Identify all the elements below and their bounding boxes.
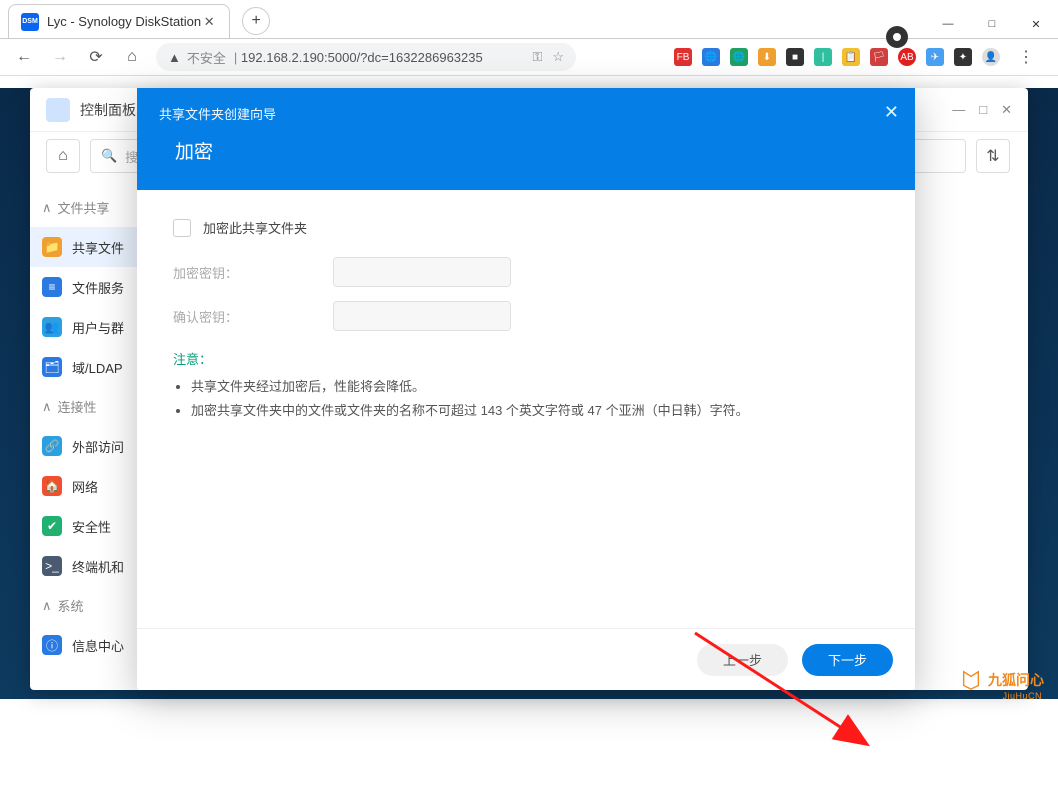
dsm-home-button[interactable]: ⌂: [46, 139, 80, 173]
wizard-title: 共享文件夹创建向导: [159, 104, 893, 123]
ext-ph-icon[interactable]: 📋: [842, 48, 860, 66]
close-button[interactable]: ✕: [1014, 10, 1058, 38]
dsm-close-button[interactable]: ✕: [1001, 102, 1012, 118]
ext-fl-icon[interactable]: 🏳: [870, 48, 888, 66]
ext-bd-icon[interactable]: ✈: [926, 48, 944, 66]
window-controls: — □ ✕: [926, 10, 1058, 38]
ext-v1-icon[interactable]: 🌐: [702, 48, 720, 66]
sidebar: ∧文件共享 📁共享文件 ≡文件服务 👥用户与群 🗂域/LDAP ∧连接性 🔗外部…: [30, 132, 140, 690]
fox-icon: [960, 669, 982, 691]
minimize-button[interactable]: —: [926, 10, 970, 38]
viewport: 控制面板 — □ ✕ ⌂ 🔍 搜索 ⇅ ∧文件共享 📁共享文件 ≡文件服务 👥用…: [0, 88, 1058, 699]
key-icon[interactable]: ⚿: [532, 49, 542, 65]
watermark: 九狐问心: [960, 669, 1044, 691]
ldap-icon: 🗂: [42, 357, 62, 377]
ext-v2-icon[interactable]: 🌐: [730, 48, 748, 66]
tab-close-icon[interactable]: ✕: [201, 14, 217, 30]
back-button[interactable]: ←: [8, 41, 40, 73]
dsm-minimize-button[interactable]: —: [952, 102, 965, 118]
menu-icon[interactable]: ⋮: [1010, 41, 1042, 73]
insecure-icon: ▲: [168, 50, 181, 65]
shield-icon: ✔: [42, 516, 62, 536]
control-panel-icon: [46, 98, 70, 122]
modal-body: 加密此共享文件夹 加密密钥： 确认密钥： 注意： 共享文件夹经过加密后，性能将会…: [137, 190, 915, 628]
next-button[interactable]: 下一步: [802, 644, 893, 676]
tab-title: Lyc - Synology DiskStation: [47, 14, 201, 29]
encryption-key-input[interactable]: [333, 257, 511, 287]
chevron-up-icon: ∧: [42, 598, 52, 614]
sidebar-item-domain-ldap[interactable]: 🗂域/LDAP: [30, 347, 140, 387]
info-icon: ⓘ: [42, 635, 62, 655]
encrypt-checkbox[interactable]: [173, 219, 191, 237]
note-item: 共享文件夹经过加密后，性能将会降低。: [191, 376, 879, 398]
network-icon: 🏠: [42, 476, 62, 496]
ext-sq-icon[interactable]: ■: [786, 48, 804, 66]
sidebar-item-external-access[interactable]: 🔗外部访问: [30, 426, 140, 466]
sidebar-item-network[interactable]: 🏠网络: [30, 466, 140, 506]
dsm-maximize-button[interactable]: □: [979, 102, 987, 118]
ext-ic-icon[interactable]: |: [814, 48, 832, 66]
forward-button[interactable]: →: [44, 41, 76, 73]
sidebar-item-info-center[interactable]: ⓘ信息中心: [30, 625, 140, 665]
extension-icons: FB 🌐 🌐 ⬇ ■ | 📋 🏳 AB ✈ ✦ 👤 ⋮: [674, 41, 1050, 73]
sidebar-item-security[interactable]: ✔安全性: [30, 506, 140, 546]
ext-avatar-icon[interactable]: 👤: [982, 48, 1000, 66]
modal-header: 共享文件夹创建向导 加密 ✕: [137, 88, 915, 190]
chevron-up-icon: ∧: [42, 200, 52, 216]
confirm-key-input[interactable]: [333, 301, 511, 331]
watermark-sub: JiuHuCN: [1002, 691, 1042, 701]
shared-folder-wizard-modal: 共享文件夹创建向导 加密 ✕ 加密此共享文件夹 加密密钥： 确认密钥： 注意： …: [137, 88, 915, 690]
note-list: 共享文件夹经过加密后，性能将会降低。 加密共享文件夹中的文件或文件夹的名称不可超…: [173, 376, 879, 422]
sidebar-item-shared-folder[interactable]: 📁共享文件: [30, 227, 140, 267]
note-title: 注意：: [173, 349, 879, 368]
tab-favicon: DSM: [21, 13, 39, 31]
sidebar-section-system[interactable]: ∧系统: [30, 586, 140, 625]
ext-dl-icon[interactable]: ⬇: [758, 48, 776, 66]
watermark-text: 九狐问心: [988, 670, 1044, 690]
reload-button[interactable]: ⟳: [80, 41, 112, 73]
profile-indicator[interactable]: [886, 26, 908, 48]
prev-button[interactable]: 上一步: [697, 644, 788, 676]
file-service-icon: ≡: [42, 277, 62, 297]
ext-puzzle-icon[interactable]: ✦: [954, 48, 972, 66]
ext-abp-icon[interactable]: AB: [898, 48, 916, 66]
address-bar[interactable]: ▲ 不安全 | 192.168.2.190:5000/?dc=163228696…: [156, 43, 576, 71]
star-icon[interactable]: ☆: [552, 49, 564, 65]
modal-footer: 上一步 下一步: [137, 628, 915, 690]
encryption-key-label: 加密密钥：: [173, 263, 333, 282]
sidebar-item-terminal[interactable]: >_终端机和: [30, 546, 140, 586]
tab-strip: DSM Lyc - Synology DiskStation ✕ +: [0, 0, 1058, 38]
home-button[interactable]: ⌂: [116, 41, 148, 73]
modal-close-button[interactable]: ✕: [884, 102, 899, 123]
sidebar-section-fileshare[interactable]: ∧文件共享: [30, 188, 140, 227]
dsm-sort-button[interactable]: ⇅: [976, 139, 1010, 173]
sidebar-item-file-services[interactable]: ≡文件服务: [30, 267, 140, 307]
sidebar-section-connectivity[interactable]: ∧连接性: [30, 387, 140, 426]
note-item: 加密共享文件夹中的文件或文件夹的名称不可超过 143 个英文字符或 47 个亚洲…: [191, 400, 879, 422]
insecure-label: 不安全: [187, 48, 226, 67]
url-text: 192.168.2.190:5000/?dc=1632286963235: [241, 50, 483, 65]
new-tab-button[interactable]: +: [242, 7, 270, 35]
browser-tab[interactable]: DSM Lyc - Synology DiskStation ✕: [8, 4, 230, 38]
maximize-button[interactable]: □: [970, 10, 1014, 38]
link-icon: 🔗: [42, 436, 62, 456]
chevron-up-icon: ∧: [42, 399, 52, 415]
terminal-icon: >_: [42, 556, 62, 576]
confirm-key-label: 确认密钥：: [173, 307, 333, 326]
folder-icon: 📁: [42, 237, 62, 257]
step-title: 加密: [175, 137, 893, 164]
search-icon: 🔍: [101, 148, 117, 164]
dsm-window-title: 控制面板: [80, 100, 136, 120]
ext-fb-icon[interactable]: FB: [674, 48, 692, 66]
encrypt-checkbox-row[interactable]: 加密此共享文件夹: [173, 218, 879, 237]
sidebar-item-users-groups[interactable]: 👥用户与群: [30, 307, 140, 347]
users-icon: 👥: [42, 317, 62, 337]
encrypt-checkbox-label: 加密此共享文件夹: [203, 218, 307, 237]
